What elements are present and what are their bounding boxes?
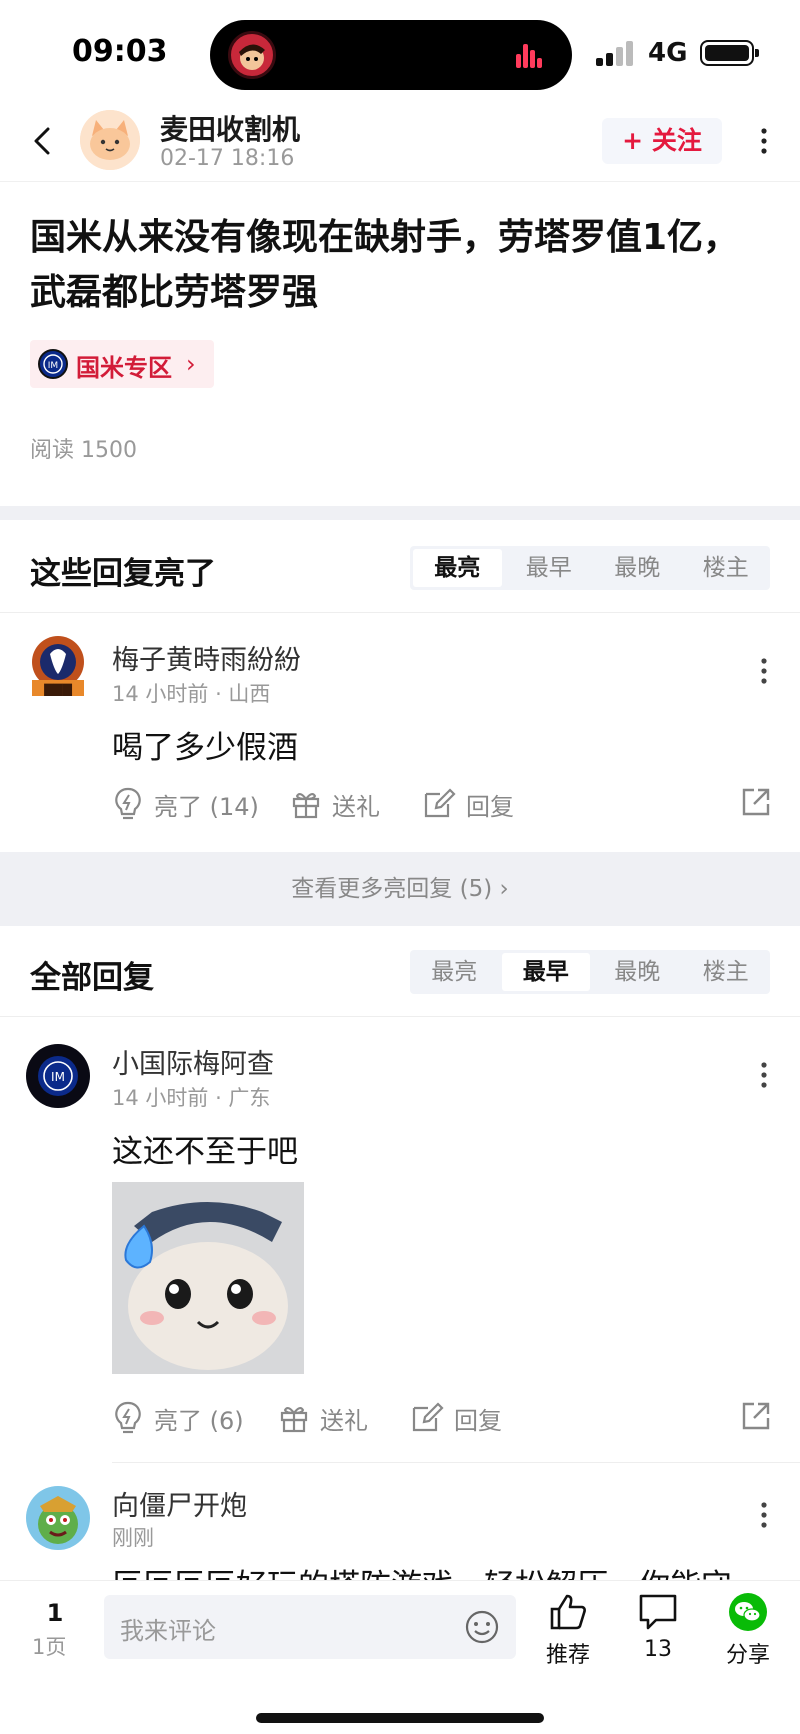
- comment-text: 喝了多少假酒: [112, 730, 298, 766]
- divider: [0, 612, 800, 613]
- all-section-title: 全部回复: [30, 960, 154, 996]
- comment-text: 这还不至于吧: [112, 1134, 298, 1170]
- share-icon[interactable]: [740, 1400, 772, 1432]
- wechat-icon: [729, 1593, 767, 1631]
- follow-button[interactable]: + 关注: [602, 118, 722, 164]
- tab-op[interactable]: 楼主: [682, 546, 771, 590]
- comment-more-icon[interactable]: [760, 656, 768, 686]
- emoji-icon[interactable]: [464, 1609, 500, 1645]
- bulb-icon: [115, 1401, 141, 1434]
- comment-count: 13: [644, 1637, 672, 1662]
- status-bar: 09:03 4G: [0, 0, 800, 104]
- back-icon[interactable]: [26, 124, 60, 158]
- comment-more-icon[interactable]: [760, 1500, 768, 1530]
- svg-text:IM: IM: [48, 361, 58, 371]
- comment-bubble-icon: [639, 1594, 677, 1630]
- sticker-image[interactable]: [112, 1182, 304, 1374]
- comments-button[interactable]: 13: [622, 1593, 694, 1662]
- island-avatar-icon: [228, 31, 276, 79]
- tab-latest[interactable]: 最晚: [593, 546, 682, 590]
- like-label: 亮了 (14): [154, 792, 259, 821]
- post-header: 麦田收割机 02-17 18:16 + 关注: [0, 104, 800, 182]
- reply-label: 回复: [454, 1406, 502, 1435]
- comment-author[interactable]: 梅子黄時雨紛紛: [112, 638, 301, 677]
- home-indicator: [256, 1713, 544, 1723]
- more-options-icon[interactable]: [760, 126, 768, 156]
- author-avatar[interactable]: [80, 110, 140, 170]
- post-time: 02-17 18:16: [160, 146, 295, 171]
- page-label[interactable]: 1页: [32, 1631, 66, 1661]
- comment-input-placeholder: 我来评论: [120, 1617, 216, 1645]
- gift-icon: [292, 793, 320, 819]
- share-label: 分享: [725, 1643, 770, 1668]
- comment-actions: 亮了 (14) 送礼 回复: [112, 784, 772, 824]
- comment-avatar[interactable]: ▇▇▇: [26, 634, 90, 698]
- inter-logo-icon: IM: [38, 349, 68, 379]
- tab-earliest[interactable]: 最早: [505, 546, 594, 590]
- gift-label: 送礼: [320, 1406, 368, 1435]
- zone-label: 国米专区: [76, 354, 172, 382]
- audio-bars-icon: [516, 44, 542, 68]
- reply-button[interactable]: 回复: [422, 784, 514, 824]
- comment-author[interactable]: 小国际梅阿查: [112, 1042, 274, 1081]
- page-number[interactable]: 1: [40, 1599, 70, 1627]
- reply-label: 回复: [466, 792, 514, 821]
- gift-button[interactable]: 送礼: [290, 784, 380, 824]
- comment-meta: 刚刚: [112, 1526, 154, 1550]
- section-gap: [0, 506, 800, 520]
- battery-icon: [700, 40, 759, 66]
- thumbs-up-icon: [550, 1594, 586, 1630]
- all-sort-tabs: 最亮 最早 最晚 楼主: [410, 950, 770, 994]
- reply-button[interactable]: 回复: [410, 1398, 502, 1438]
- more-highlight-button[interactable]: 查看更多亮回复 (5) ›: [0, 852, 800, 926]
- signal-icon: [596, 40, 640, 66]
- share-icon[interactable]: [740, 786, 772, 818]
- read-count: 阅读 1500: [30, 438, 137, 463]
- chevron-right-icon: ›: [499, 876, 509, 902]
- zone-tag[interactable]: IM 国米专区 ›: [30, 340, 214, 388]
- author-name[interactable]: 麦田收割机: [160, 108, 300, 148]
- svg-text:IM: IM: [51, 1070, 65, 1084]
- edit-icon: [412, 1402, 444, 1432]
- comment-input[interactable]: 我来评论: [104, 1595, 516, 1659]
- chevron-right-icon: ›: [186, 350, 196, 378]
- tab-earliest[interactable]: 最早: [501, 953, 590, 991]
- bottom-bar: 1 1页 我来评论 推荐 13 分享: [0, 1580, 800, 1734]
- comment-avatar[interactable]: [26, 1486, 90, 1550]
- comment-actions: 亮了 (6) 送礼 回复: [112, 1398, 772, 1438]
- gift-label: 送礼: [332, 792, 380, 821]
- recommend-button[interactable]: 推荐: [532, 1593, 604, 1669]
- recommend-label: 推荐: [545, 1643, 590, 1668]
- comment-meta: 14 小时前 · 山西: [112, 682, 271, 706]
- dynamic-island: [210, 20, 572, 90]
- network-type: 4G: [648, 38, 688, 68]
- divider: [112, 1462, 800, 1463]
- edit-icon: [424, 788, 456, 818]
- divider: [0, 1016, 800, 1017]
- highlight-sort-tabs: 最亮 最早 最晚 楼主: [410, 546, 770, 590]
- share-button[interactable]: 分享: [712, 1593, 784, 1669]
- post-title: 国米从来没有像现在缺射手，劳塔罗值1亿，武磊都比劳塔罗强: [30, 217, 740, 313]
- like-button[interactable]: 亮了 (6): [112, 1398, 244, 1438]
- comment-more-icon[interactable]: [760, 1060, 768, 1090]
- gift-button[interactable]: 送礼: [278, 1398, 368, 1438]
- comment-meta: 14 小时前 · 广东: [112, 1086, 271, 1110]
- tab-op[interactable]: 楼主: [682, 950, 771, 994]
- gift-icon: [280, 1407, 308, 1433]
- tab-latest[interactable]: 最晚: [593, 950, 682, 994]
- more-highlight-label: 查看更多亮回复 (5): [291, 876, 493, 902]
- comment-author[interactable]: 向僵尸开炮: [112, 1484, 247, 1523]
- bulb-icon: [115, 787, 141, 820]
- like-button[interactable]: 亮了 (14): [112, 784, 259, 824]
- tab-brightest[interactable]: 最亮: [410, 950, 499, 994]
- highlight-section-title: 这些回复亮了: [30, 556, 216, 592]
- status-time: 09:03: [72, 34, 168, 69]
- like-label: 亮了 (6): [154, 1406, 244, 1435]
- svg-text:▇▇▇: ▇▇▇: [43, 682, 72, 696]
- comment-avatar[interactable]: IM: [26, 1044, 90, 1108]
- tab-brightest[interactable]: 最亮: [413, 549, 502, 587]
